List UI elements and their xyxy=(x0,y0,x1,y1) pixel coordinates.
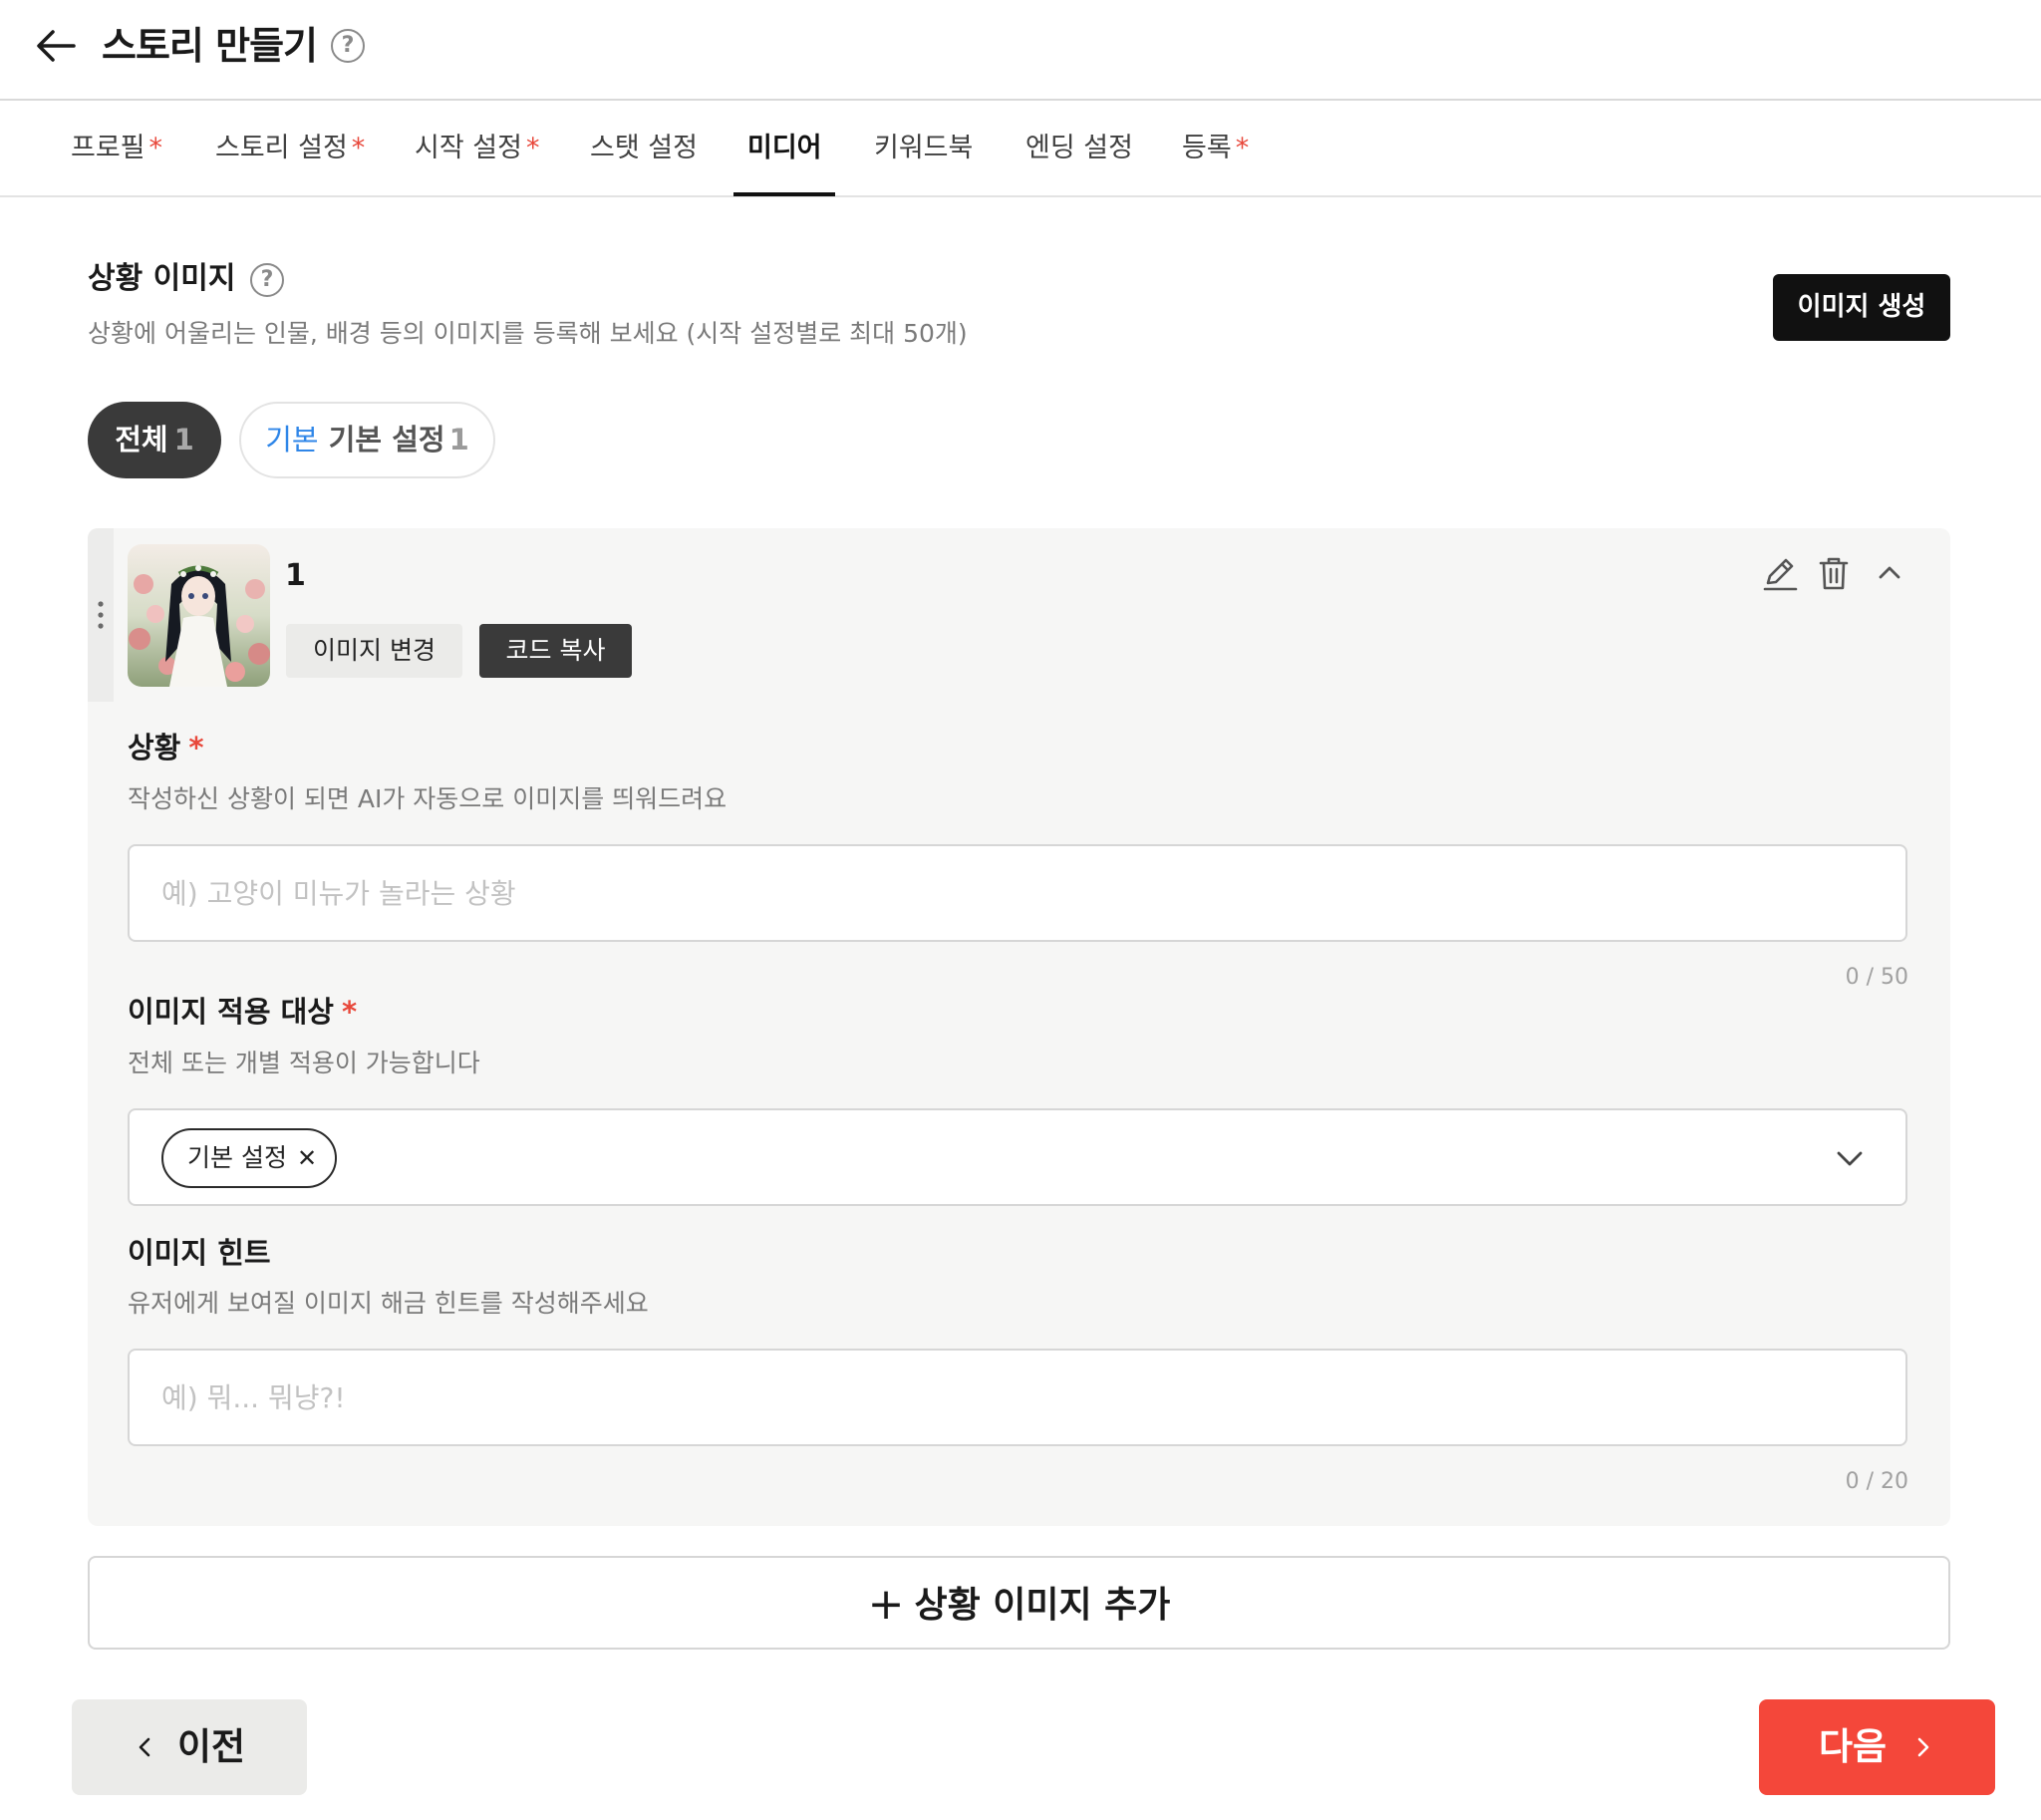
situation-char-counter: 0 / 50 xyxy=(1845,965,1908,990)
chip-label: 기본 설정 xyxy=(328,423,445,456)
chip-prefix: 기본 xyxy=(265,423,319,456)
image-hint-description: 유저에게 보여질 이미지 해금 힌트를 작성해주세요 xyxy=(128,1289,649,1318)
header: 스토리 만들기 ? xyxy=(0,0,2041,101)
trash-icon xyxy=(1819,557,1849,590)
tab-label: 미디어 xyxy=(747,133,822,163)
tab-start-settings[interactable]: 시작 설정 * xyxy=(415,129,539,168)
tab-label: 등록 xyxy=(1182,133,1232,163)
filter-chip-basic-settings[interactable]: 기본 기본 설정 1 xyxy=(239,402,495,478)
collapse-button[interactable] xyxy=(1870,553,1909,593)
page-title: 스토리 만들기 xyxy=(102,24,318,68)
label-text: 이미지 적용 대상 xyxy=(128,995,334,1029)
next-label: 다음 xyxy=(1819,1725,1888,1768)
next-button[interactable]: 다음 xyxy=(1759,1699,1995,1795)
character-illustration xyxy=(128,544,270,687)
tab-label: 시작 설정 xyxy=(415,133,522,163)
tab-keyword-book[interactable]: 키워드북 xyxy=(874,129,973,168)
tag-label: 기본 설정 xyxy=(187,1143,287,1172)
tab-label: 프로필 xyxy=(71,133,146,163)
image-hint-input[interactable] xyxy=(128,1349,1907,1446)
edit-button[interactable] xyxy=(1760,553,1800,593)
previous-button[interactable]: 이전 xyxy=(72,1699,307,1795)
required-mark: * xyxy=(525,133,540,163)
selected-tag: 기본 설정 ✕ xyxy=(161,1128,338,1188)
required-mark: * xyxy=(148,133,163,163)
chevron-right-icon xyxy=(1917,1737,1929,1757)
chevron-down-icon xyxy=(1837,1151,1863,1166)
plus-icon: + xyxy=(867,1579,905,1630)
label-text: 상황 xyxy=(128,731,181,764)
required-mark: * xyxy=(1235,133,1250,163)
filter-chip-all[interactable]: 전체 1 xyxy=(88,402,221,478)
help-icon[interactable]: ? xyxy=(331,29,365,63)
chip-label: 전체 xyxy=(115,423,168,456)
generate-image-button[interactable]: 이미지 생성 xyxy=(1773,274,1950,341)
chevron-up-icon xyxy=(1879,566,1900,579)
drag-handle-icon[interactable] xyxy=(94,598,108,632)
situation-label: 상황 * xyxy=(128,727,204,768)
arrow-left-icon xyxy=(37,30,76,62)
required-mark: * xyxy=(351,133,366,163)
image-target-label: 이미지 적용 대상 * xyxy=(128,991,357,1033)
tab-label: 키워드북 xyxy=(874,133,974,163)
vertical-dots-icon xyxy=(98,601,104,629)
tab-bar: 프로필 * 스토리 설정 * 시작 설정 * 스탯 설정 미디어 키워드북 엔딩 설정… xyxy=(0,103,2041,197)
tab-label: 스탯 설정 xyxy=(590,133,698,163)
tab-media[interactable]: 미디어 xyxy=(747,129,822,168)
hint-char-counter: 0 / 20 xyxy=(1845,1469,1908,1494)
image-target-select[interactable]: 기본 설정 ✕ xyxy=(128,1108,1907,1206)
chip-count: 1 xyxy=(173,423,194,456)
tab-stat-settings[interactable]: 스탯 설정 xyxy=(590,129,698,168)
remove-tag-icon[interactable]: ✕ xyxy=(297,1130,317,1186)
section-description: 상황에 어울리는 인물, 배경 등의 이미지를 등록해 보세요 (시작 설정별로… xyxy=(88,319,968,348)
change-image-button[interactable]: 이미지 변경 xyxy=(286,624,462,678)
pencil-icon xyxy=(1763,558,1798,591)
tab-story-settings[interactable]: 스토리 설정 * xyxy=(215,129,365,168)
tab-profile[interactable]: 프로필 * xyxy=(71,129,162,168)
situation-description: 작성하신 상황이 되면 AI가 자동으로 이미지를 띄워드려요 xyxy=(128,784,728,813)
chevron-left-icon xyxy=(139,1737,150,1757)
situation-image-thumbnail xyxy=(128,544,270,687)
tab-ending-settings[interactable]: 엔딩 설정 xyxy=(1025,129,1133,168)
required-mark: * xyxy=(188,731,204,764)
previous-label: 이전 xyxy=(177,1725,246,1768)
copy-code-button[interactable]: 코드 복사 xyxy=(479,624,632,678)
active-tab-indicator xyxy=(733,192,835,196)
tab-label: 스토리 설정 xyxy=(215,133,348,163)
situation-input[interactable] xyxy=(128,844,1907,942)
tab-label: 엔딩 설정 xyxy=(1025,133,1133,163)
help-icon[interactable]: ? xyxy=(250,263,284,297)
item-number: 1 xyxy=(285,558,306,593)
chip-count: 1 xyxy=(448,423,469,456)
tab-register[interactable]: 등록 * xyxy=(1182,129,1249,168)
add-button-label: 상황 이미지 추가 xyxy=(914,1585,1171,1626)
delete-button[interactable] xyxy=(1814,553,1854,593)
section-title: 상황 이미지 xyxy=(88,261,236,296)
image-hint-label: 이미지 힌트 xyxy=(128,1236,271,1270)
image-target-description: 전체 또는 개별 적용이 가능합니다 xyxy=(128,1049,480,1077)
required-mark: * xyxy=(341,995,358,1029)
add-situation-image-button[interactable]: + 상황 이미지 추가 xyxy=(88,1556,1950,1650)
back-button[interactable] xyxy=(34,26,78,66)
